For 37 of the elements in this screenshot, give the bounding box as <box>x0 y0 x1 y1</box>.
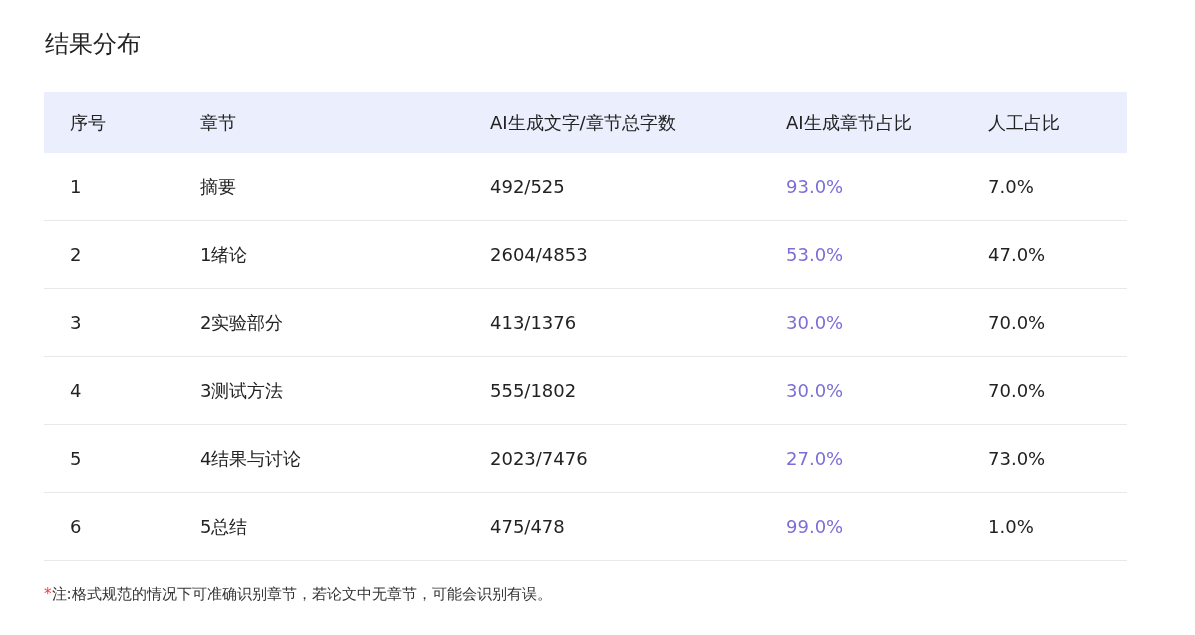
table-cell: 30.0% <box>760 288 962 357</box>
table-cell: 73.0% <box>962 424 1127 493</box>
table-cell: 3 <box>44 288 174 357</box>
column-header: 人工占比 <box>962 92 1127 153</box>
table-cell: 4 <box>44 356 174 425</box>
footnote: *注:格式规范的情况下可准确识别章节，若论文中无章节，可能会识别有误。 <box>44 585 553 604</box>
table-cell: 2604/4853 <box>464 220 760 289</box>
table-cell: 2实验部分 <box>174 288 464 357</box>
table-cell: 475/478 <box>464 492 760 561</box>
table-cell: 5总结 <box>174 492 464 561</box>
table-cell: 30.0% <box>760 356 962 425</box>
column-header: AI生成文字/章节总字数 <box>464 92 760 153</box>
table-cell: 5 <box>44 424 174 493</box>
table-cell: 93.0% <box>760 153 962 221</box>
section-title: 结果分布 <box>45 29 142 60</box>
table-cell: 1绪论 <box>174 220 464 289</box>
table-cell: 70.0% <box>962 356 1127 425</box>
table-cell: 492/525 <box>464 153 760 221</box>
table-cell: 1 <box>44 153 174 221</box>
table-cell: 摘要 <box>174 153 464 221</box>
column-header: 章节 <box>174 92 464 153</box>
table-cell: 2 <box>44 220 174 289</box>
table-cell: 555/1802 <box>464 356 760 425</box>
column-header: AI生成章节占比 <box>760 92 962 153</box>
table-cell: 70.0% <box>962 288 1127 357</box>
table-cell: 53.0% <box>760 220 962 289</box>
column-header: 序号 <box>44 92 174 153</box>
table-cell: 413/1376 <box>464 288 760 357</box>
table-cell: 6 <box>44 492 174 561</box>
table-cell: 3测试方法 <box>174 356 464 425</box>
table-cell: 27.0% <box>760 424 962 493</box>
table-cell: 4结果与讨论 <box>174 424 464 493</box>
table-cell: 2023/7476 <box>464 424 760 493</box>
table-cell: 7.0% <box>962 153 1127 221</box>
table-cell: 1.0% <box>962 492 1127 561</box>
table-cell: 99.0% <box>760 492 962 561</box>
table-cell: 47.0% <box>962 220 1127 289</box>
